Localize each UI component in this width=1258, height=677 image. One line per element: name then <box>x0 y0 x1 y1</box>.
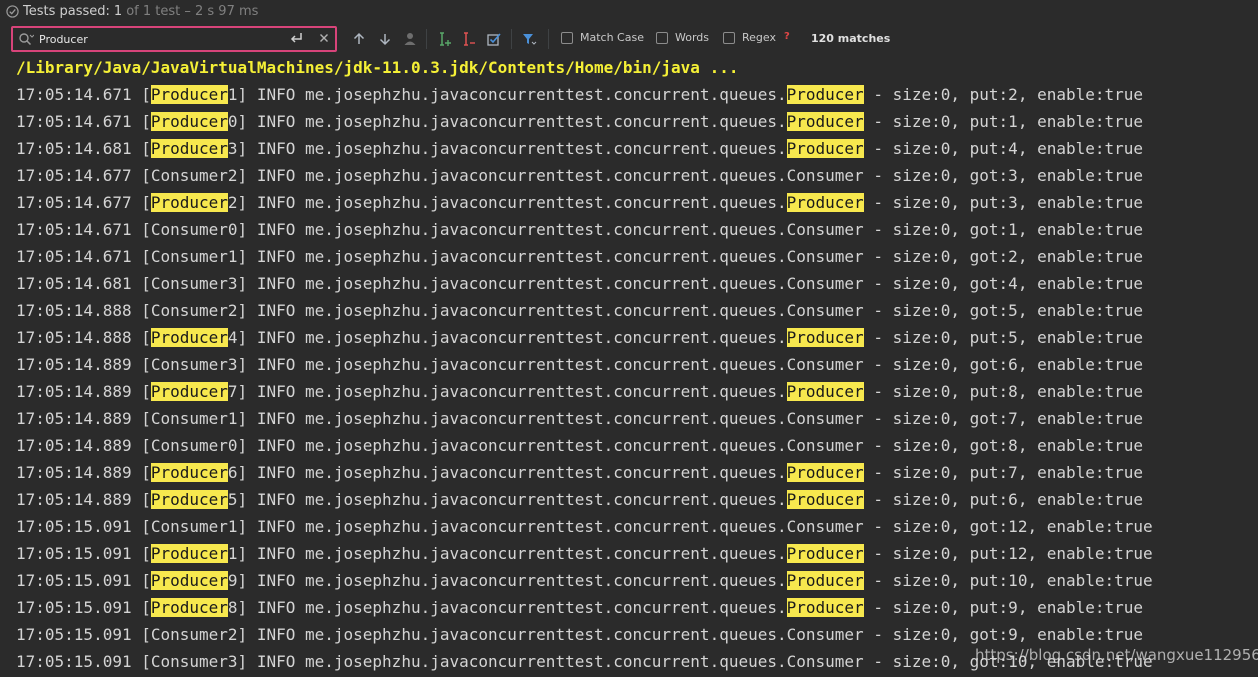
log-line: 17:05:14.889 [Producer5] INFO me.josephz… <box>16 490 1144 509</box>
check-circle-icon <box>6 4 19 18</box>
log-line: 17:05:14.889 [Consumer0] INFO me.josephz… <box>16 436 1144 455</box>
search-match-highlight: Producer <box>150 382 228 401</box>
search-match-highlight: Producer <box>150 490 228 509</box>
find-toolbar: Match Case Words Regex ? 120 matches <box>0 24 1258 54</box>
match-count: 120 matches <box>811 32 891 45</box>
search-match-highlight: Producer <box>150 544 228 563</box>
tests-passed-count: 1 <box>113 3 123 19</box>
search-match-highlight: Producer <box>150 85 228 104</box>
search-match-highlight: Producer <box>786 490 864 509</box>
words-label: Words <box>675 31 710 44</box>
match-case-checkbox[interactable]: Match Case <box>561 31 644 44</box>
arrow-down-icon[interactable] <box>377 31 393 47</box>
toolbar-divider <box>511 29 512 49</box>
search-match-highlight: Producer <box>786 85 864 104</box>
remove-occurrence-icon[interactable] <box>461 31 477 47</box>
toolbar-divider <box>426 29 427 49</box>
tests-passed-label: Tests passed: <box>23 3 110 19</box>
search-match-highlight: Producer <box>150 328 228 347</box>
close-icon[interactable] <box>317 31 331 45</box>
log-line: 17:05:14.888 [Producer4] INFO me.josephz… <box>16 328 1144 347</box>
log-line: 17:05:14.671 [Consumer1] INFO me.josephz… <box>16 247 1144 266</box>
new-line-icon[interactable] <box>289 31 303 45</box>
filter-icon[interactable] <box>521 31 537 47</box>
watermark: https://blog.csdn.net/wangxue112956 <box>975 646 1258 664</box>
log-line: 17:05:15.091 [Producer9] INFO me.josephz… <box>16 571 1153 590</box>
log-line: 17:05:14.889 [Producer7] INFO me.josephz… <box>16 382 1144 401</box>
console-output[interactable]: /Library/Java/JavaVirtualMachines/jdk-11… <box>0 54 1258 677</box>
search-match-highlight: Producer <box>150 139 228 158</box>
search-match-highlight: Producer <box>786 544 864 563</box>
log-line: 17:05:14.677 [Consumer2] INFO me.josephz… <box>16 166 1144 185</box>
search-match-highlight: Producer <box>786 112 864 131</box>
regex-checkbox[interactable]: Regex <box>723 31 776 44</box>
search-match-highlight: Producer <box>150 598 228 617</box>
log-line: 17:05:14.889 [Consumer1] INFO me.josephz… <box>16 409 1144 428</box>
regex-label: Regex <box>742 31 776 44</box>
words-checkbox[interactable]: Words <box>656 31 709 44</box>
search-match-highlight: Producer <box>786 571 864 590</box>
checkbox-box[interactable] <box>561 31 573 44</box>
log-line: 17:05:14.671 [Producer0] INFO me.josephz… <box>16 112 1144 131</box>
tests-duration: of 1 test – 2 s 97 ms <box>126 3 259 19</box>
log-line: 17:05:14.681 [Producer3] INFO me.josephz… <box>16 139 1144 158</box>
log-line: 17:05:15.091 [Consumer1] INFO me.josephz… <box>16 517 1153 536</box>
select-all-occurrences-icon[interactable] <box>486 31 502 47</box>
match-case-label: Match Case <box>580 31 644 44</box>
log-line: 17:05:15.091 [Consumer2] INFO me.josephz… <box>16 625 1144 644</box>
checkbox-box[interactable] <box>656 31 668 44</box>
search-match-highlight: Producer <box>786 328 864 347</box>
add-occurrence-icon[interactable] <box>437 31 453 47</box>
search-input[interactable] <box>39 30 279 48</box>
search-match-highlight: Producer <box>150 571 228 590</box>
search-match-highlight: Producer <box>786 193 864 212</box>
log-line: 17:05:15.091 [Producer8] INFO me.josephz… <box>16 598 1144 617</box>
search-match-highlight: Producer <box>150 112 228 131</box>
toolbar-divider <box>548 29 549 49</box>
search-icon[interactable] <box>18 32 34 46</box>
regex-help-link[interactable]: ? <box>784 31 790 42</box>
search-match-highlight: Producer <box>786 382 864 401</box>
user-filter-icon[interactable] <box>402 31 418 47</box>
search-field[interactable] <box>11 26 337 52</box>
search-match-highlight: Producer <box>786 139 864 158</box>
search-match-highlight: Producer <box>786 463 864 482</box>
search-match-highlight: Producer <box>150 193 228 212</box>
search-match-highlight: Producer <box>150 463 228 482</box>
arrow-up-icon[interactable] <box>351 31 367 47</box>
log-line: 17:05:14.889 [Producer6] INFO me.josephz… <box>16 463 1144 482</box>
log-line: 17:05:15.091 [Producer1] INFO me.josephz… <box>16 544 1153 563</box>
log-line: 17:05:14.671 [Consumer0] INFO me.josephz… <box>16 220 1144 239</box>
log-line: 17:05:14.681 [Consumer3] INFO me.josephz… <box>16 274 1144 293</box>
log-line: 17:05:14.677 [Producer2] INFO me.josephz… <box>16 193 1144 212</box>
log-line: 17:05:14.671 [Producer1] INFO me.josephz… <box>16 85 1144 104</box>
log-line: 17:05:14.889 [Consumer3] INFO me.josephz… <box>16 355 1144 374</box>
java-command-line: /Library/Java/JavaVirtualMachines/jdk-11… <box>16 58 739 77</box>
search-match-highlight: Producer <box>786 598 864 617</box>
checkbox-box[interactable] <box>723 31 735 44</box>
log-line: 17:05:14.888 [Consumer2] INFO me.josephz… <box>16 301 1144 320</box>
test-status-bar: Tests passed: 1 of 1 test – 2 s 97 ms <box>0 0 1258 22</box>
